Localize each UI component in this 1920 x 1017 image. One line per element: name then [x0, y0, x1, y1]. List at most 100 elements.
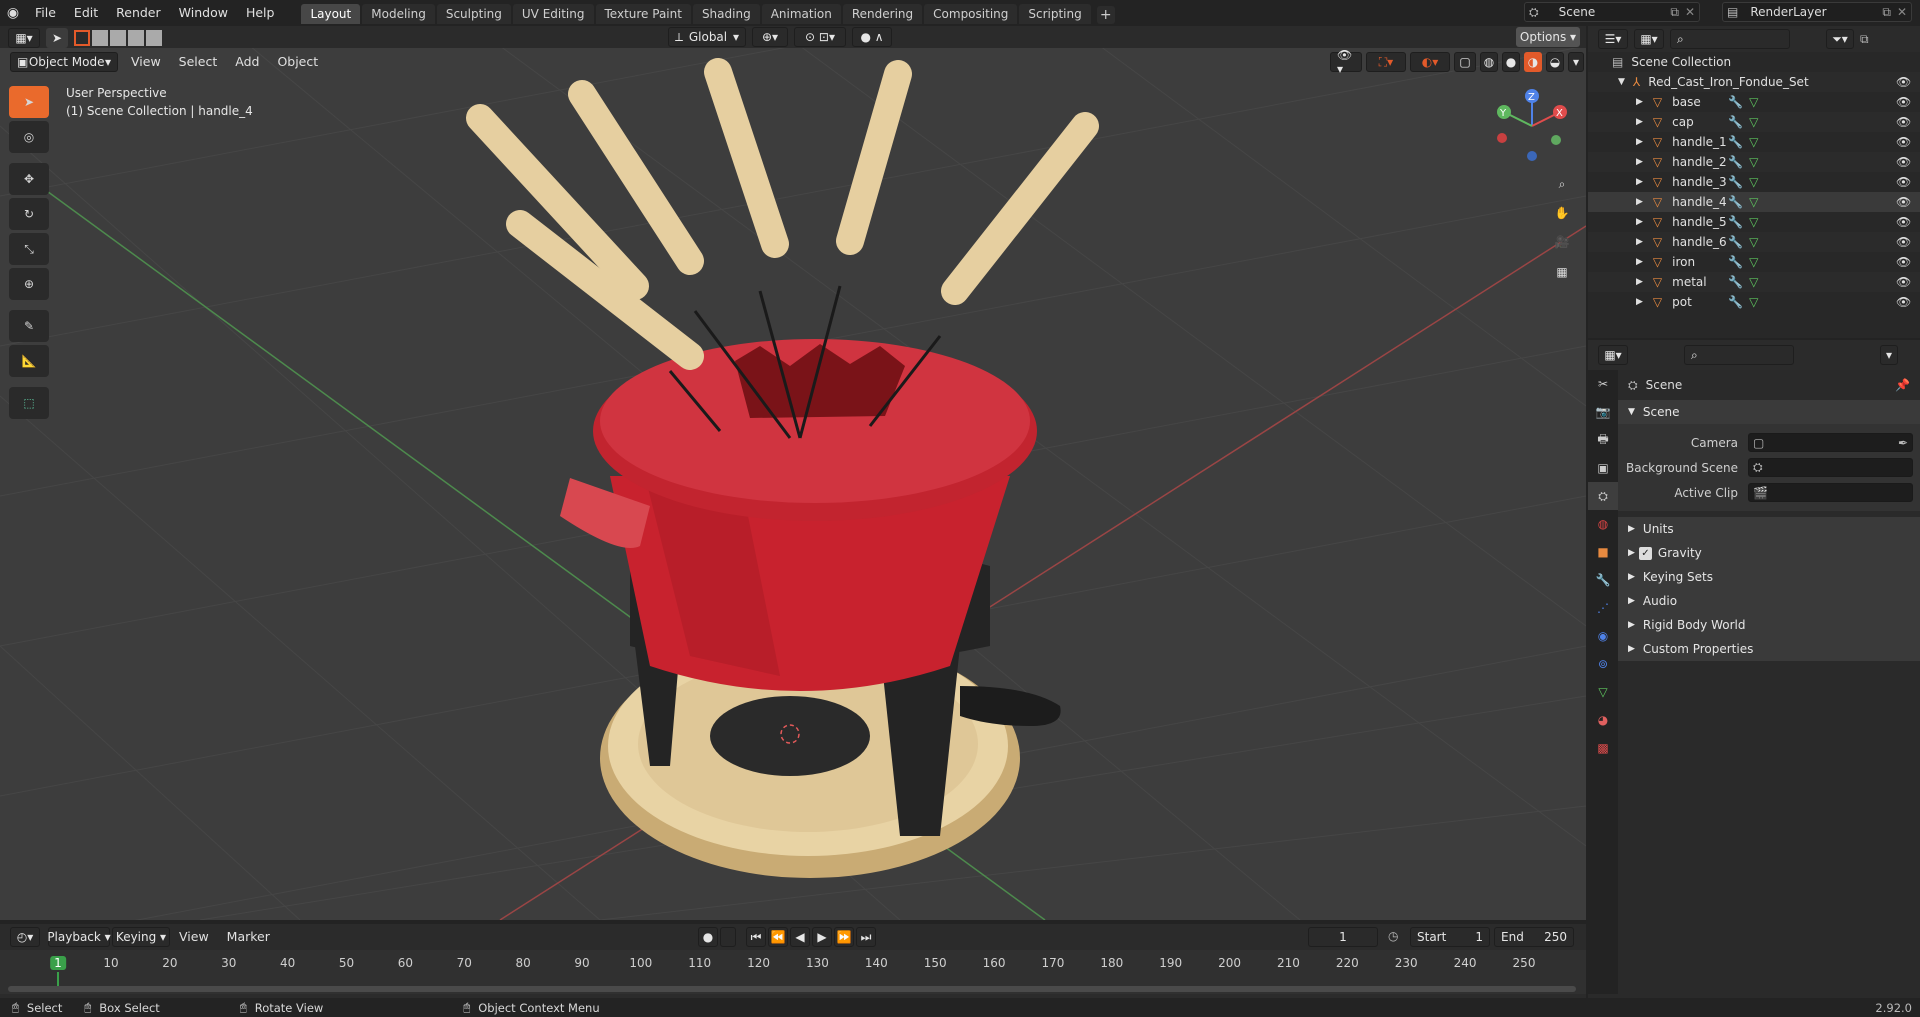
pivot-point-dropdown[interactable]: ⊕▾	[752, 27, 788, 47]
mesh-data-icon[interactable]: ▽	[1749, 115, 1758, 129]
audio-panel-header[interactable]: ▶ Audio	[1618, 589, 1920, 613]
expand-arrow-icon[interactable]: ▶	[1636, 277, 1643, 287]
texture-tab-icon[interactable]: ▩	[1588, 734, 1618, 762]
blender-logo-icon[interactable]: ◉	[0, 5, 26, 21]
outliner-editor-type[interactable]: ☰▾	[1598, 29, 1628, 49]
preview-range-icon[interactable]: ◷	[1388, 929, 1398, 943]
eye-icon[interactable]: 👁	[1896, 295, 1911, 309]
menu-file[interactable]: File	[26, 0, 65, 26]
outliner-item-pot[interactable]: ▶ ▽ pot 🔧 ▽ 👁	[1588, 292, 1920, 312]
navigation-gizmo[interactable]: Z X Y	[1494, 88, 1570, 164]
tab-layout[interactable]: Layout	[301, 4, 361, 24]
scene-tab-icon[interactable]: ⛭	[1588, 482, 1618, 510]
outliner-extra-icon[interactable]: ⧉	[1860, 32, 1869, 47]
play-reverse-button[interactable]: ◀	[790, 927, 810, 947]
measure-tool[interactable]: 📐	[9, 345, 49, 377]
expand-arrow-icon[interactable]: ▶	[1636, 157, 1643, 167]
options-dropdown[interactable]: Options ▾	[1516, 27, 1580, 47]
mesh-data-icon[interactable]: ▽	[1749, 175, 1758, 189]
prev-keyframe-button[interactable]: ⏪	[768, 927, 788, 947]
outliner-item-iron[interactable]: ▶ ▽ iron 🔧 ▽ 👁	[1588, 252, 1920, 272]
xray-toggle[interactable]: ▢	[1454, 52, 1476, 72]
tab-sculpting[interactable]: Sculpting	[436, 4, 511, 24]
modifier-icon[interactable]: 🔧	[1728, 155, 1743, 169]
expand-arrow-icon[interactable]: ▶	[1636, 257, 1643, 267]
zoom-icon[interactable]: ⌕	[1548, 170, 1576, 198]
shading-rendered[interactable]: ◒	[1546, 52, 1564, 72]
scene-selector[interactable]: ⛭ Scene ⧉ ✕	[1524, 2, 1700, 22]
eye-icon[interactable]: 👁	[1896, 95, 1911, 109]
outliner-item-base[interactable]: ▶ ▽ base 🔧 ▽ 👁	[1588, 92, 1920, 112]
physics-tab-icon[interactable]: ◉	[1588, 622, 1618, 650]
expand-arrow-icon[interactable]: ▶	[1636, 97, 1643, 107]
expand-arrow-icon[interactable]: ▶	[1636, 217, 1643, 227]
outliner-display-mode[interactable]: ▦▾	[1634, 29, 1664, 49]
expand-arrow-icon[interactable]: ▶	[1636, 117, 1643, 127]
auto-key-options[interactable]	[720, 927, 736, 947]
object-tab-icon[interactable]: ■	[1588, 538, 1618, 566]
modifier-icon[interactable]: 🔧	[1728, 215, 1743, 229]
scene-panel-header[interactable]: ▼ Scene	[1618, 400, 1920, 424]
move-tool[interactable]: ✥	[9, 163, 49, 195]
viewport-menu-add[interactable]: Add	[226, 49, 268, 75]
modifier-icon[interactable]: 🔧	[1728, 255, 1743, 269]
snap-dropdown[interactable]: ⊙ ⊡▾	[794, 27, 846, 47]
properties-search-input[interactable]: ⌕	[1684, 345, 1794, 365]
modifier-icon[interactable]: 🔧	[1728, 275, 1743, 289]
tab-modeling[interactable]: Modeling	[362, 4, 435, 24]
tab-uv-editing[interactable]: UV Editing	[512, 4, 594, 24]
shading-solid[interactable]: ●	[1502, 52, 1520, 72]
jump-start-button[interactable]: ⏮	[746, 927, 766, 947]
mesh-data-icon[interactable]: ▽	[1749, 95, 1758, 109]
playback-dropdown[interactable]: Playback ▾	[47, 927, 111, 947]
menu-window[interactable]: Window	[170, 0, 237, 26]
outliner-item-handle-5[interactable]: ▶ ▽ handle_5 🔧 ▽ 👁	[1588, 212, 1920, 232]
eye-icon[interactable]: 👁	[1896, 115, 1911, 129]
background-scene-field[interactable]: ⛭	[1748, 458, 1913, 477]
outliner-item-handle-6[interactable]: ▶ ▽ handle_6 🔧 ▽ 👁	[1588, 232, 1920, 252]
tab-animation[interactable]: Animation	[761, 4, 841, 24]
mesh-data-icon[interactable]: ▽	[1749, 155, 1758, 169]
active-clip-field[interactable]: 🎬	[1748, 483, 1913, 502]
shading-material[interactable]: ◑	[1524, 52, 1542, 72]
expand-arrow-icon[interactable]: ▶	[1636, 137, 1643, 147]
gravity-checkbox[interactable]: ✓	[1638, 546, 1652, 560]
tab-rendering[interactable]: Rendering	[842, 4, 923, 24]
tab-scripting[interactable]: Scripting	[1019, 4, 1091, 24]
eye-icon[interactable]: 👁	[1896, 215, 1911, 229]
modifier-tab-icon[interactable]: 🔧	[1588, 566, 1618, 594]
jump-end-button[interactable]: ⏭	[856, 927, 876, 947]
menu-help[interactable]: Help	[237, 0, 284, 26]
eye-icon[interactable]: 👁	[1896, 275, 1911, 289]
outliner-search-input[interactable]: ⌕	[1670, 29, 1790, 49]
3d-viewport[interactable]: Z X Y ⌕ ✋ 🎥 ▦	[0, 46, 1586, 920]
record-button[interactable]: ●	[698, 927, 718, 947]
shading-options-dropdown[interactable]: ▾	[1568, 52, 1584, 72]
timeline-menu-marker[interactable]: Marker	[218, 924, 279, 950]
viewport-menu-object[interactable]: Object	[268, 49, 327, 75]
particles-tab-icon[interactable]: ⋰	[1588, 594, 1618, 622]
visibility-dropdown[interactable]: 👁▾	[1330, 48, 1362, 76]
custom-properties-panel-header[interactable]: ▶ Custom Properties	[1618, 637, 1920, 661]
mesh-data-icon[interactable]: ▽	[1749, 215, 1758, 229]
outliner-item-handle-3[interactable]: ▶ ▽ handle_3 🔧 ▽ 👁	[1588, 172, 1920, 192]
keying-sets-panel-header[interactable]: ▶ Keying Sets	[1618, 565, 1920, 589]
modifier-icon[interactable]: 🔧	[1728, 135, 1743, 149]
add-cube-tool[interactable]: ⬚	[9, 387, 49, 419]
viewport-scene[interactable]	[0, 46, 1586, 920]
transform-orientation-dropdown[interactable]: ⟂ Global ▾	[668, 27, 746, 47]
eye-icon[interactable]: 👁	[1896, 155, 1911, 169]
add-workspace-button[interactable]: +	[1096, 6, 1115, 24]
outliner-item-metal[interactable]: ▶ ▽ metal 🔧 ▽ 👁	[1588, 272, 1920, 292]
tab-shading[interactable]: Shading	[692, 4, 760, 24]
outliner-item-handle-4[interactable]: ▶ ▽ handle_4 🔧 ▽ 👁	[1588, 192, 1920, 212]
eye-icon[interactable]: 👁	[1896, 75, 1911, 89]
world-tab-icon[interactable]: ◍	[1588, 510, 1618, 538]
outliner-item-handle-2[interactable]: ▶ ▽ handle_2 🔧 ▽ 👁	[1588, 152, 1920, 172]
outliner-filter-button[interactable]: ⏷▾	[1826, 29, 1854, 49]
play-button[interactable]: ▶	[812, 927, 832, 947]
selection-mode-icons[interactable]	[74, 30, 162, 46]
expand-arrow-icon[interactable]: ▶	[1636, 237, 1643, 247]
tab-compositing[interactable]: Compositing	[924, 4, 1018, 24]
mesh-data-icon[interactable]: ▽	[1749, 275, 1758, 289]
